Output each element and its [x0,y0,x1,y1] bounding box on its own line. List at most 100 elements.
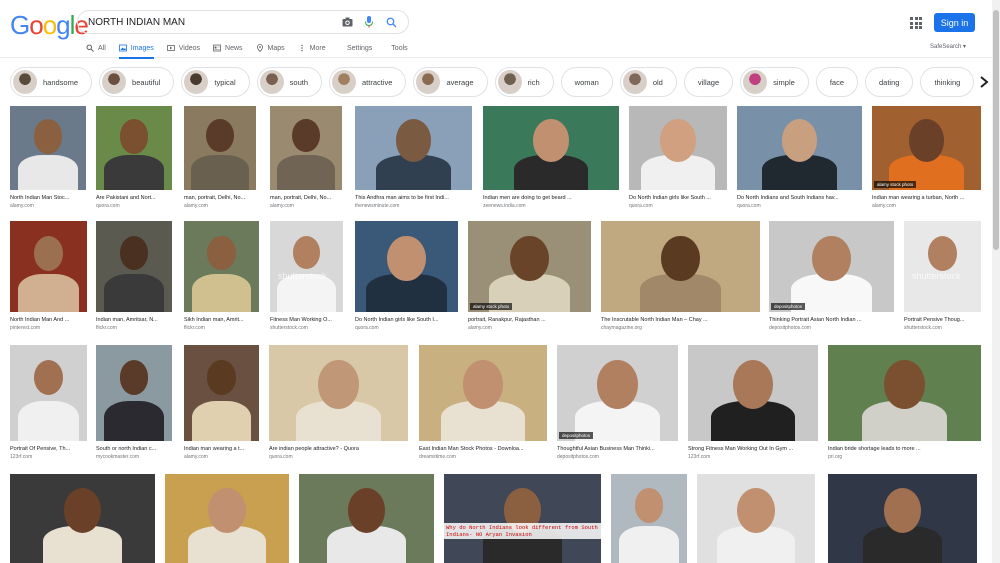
image-result[interactable]: Do North Indians and South Indians hav..… [737,106,862,209]
image-result[interactable] [828,474,977,563]
result-thumbnail[interactable] [611,474,687,563]
image-result[interactable]: This Andhra man aims to be first Indi...… [355,106,472,209]
chip-village[interactable]: village [683,67,734,97]
result-thumbnail[interactable] [10,474,155,563]
result-thumbnail[interactable]: depositphotos [769,221,894,312]
image-result[interactable]: Indian man wearing a t... alamy.com [184,345,259,460]
chip-beautiful[interactable]: beautiful [99,67,175,97]
result-thumbnail[interactable]: shutterstock [904,221,981,312]
result-title[interactable]: Portrait Pensive Thoug... [904,317,981,323]
tab-maps[interactable]: Maps [256,41,285,55]
chip-simple[interactable]: simple [740,67,809,97]
result-title[interactable]: This Andhra man aims to be first Indi... [355,195,472,201]
result-source[interactable]: quora.com [269,454,408,460]
chevron-right-icon[interactable] [974,71,994,93]
result-source[interactable]: quora.com [737,203,862,209]
tab-images[interactable]: Images [118,41,154,59]
image-result[interactable]: Portrait Of Pensive, Th... 123rf.com [10,345,87,460]
image-result[interactable]: Indian bride shortage leads to more ... p… [828,345,981,460]
image-result[interactable]: Indian man, Amritsar, N... flickr.com [96,221,172,331]
result-title[interactable]: portrait, Ranakpur, Rajasthan ... [468,317,591,323]
result-source[interactable]: pinterest.com [10,325,87,331]
result-source[interactable]: dreamstime.com [419,454,547,460]
result-title[interactable]: Indian bride shortage leads to more ... [828,446,981,452]
image-result[interactable] [299,474,434,563]
safesearch-toggle[interactable]: SafeSearch ▾ [930,43,966,50]
chip-south[interactable]: south [256,67,323,97]
result-thumbnail[interactable] [165,474,289,563]
search-box[interactable] [77,10,409,34]
result-title[interactable]: Strong Fitness Man Working Out In Gym ..… [688,446,818,452]
image-result[interactable]: depositphotos Thoughtful Asian Business M… [557,345,678,460]
result-source[interactable]: zeenews.india.com [483,203,619,209]
result-title[interactable]: Indian man, Amritsar, N... [96,317,172,323]
image-result[interactable]: alamy stock photo Indian man wearing a tu… [872,106,981,209]
result-source[interactable]: flickr.com [96,325,172,331]
result-title[interactable]: man, portrait, Delhi, No... [270,195,342,201]
result-thumbnail[interactable] [96,345,172,441]
chip-old[interactable]: old [619,67,677,97]
result-title[interactable]: Sikh Indian man, Amrit... [184,317,259,323]
image-result[interactable] [611,474,687,563]
chip-thinking[interactable]: thinking [920,67,975,97]
result-source[interactable]: mycookmaster.com [96,454,172,460]
image-result[interactable]: North Indian Man And ... pinterest.com [10,221,87,331]
result-thumbnail[interactable] [355,221,458,312]
result-thumbnail[interactable] [184,221,259,312]
result-source[interactable]: shutterstock.com [270,325,343,331]
result-thumbnail[interactable] [828,474,977,563]
chip-face[interactable]: face [815,67,858,97]
result-thumbnail[interactable] [688,345,818,441]
result-source[interactable]: alamy.com [184,454,259,460]
result-source[interactable]: depositphotos.com [769,325,894,331]
image-result[interactable]: man, portrait, Delhi, No... alamy.com [184,106,256,209]
result-thumbnail[interactable]: alamy stock photo [468,221,591,312]
result-thumbnail[interactable]: Why do North Indians look different from… [444,474,601,563]
result-source[interactable]: quora.com [96,203,172,209]
image-result[interactable]: South or north Indian c... mycookmaster.c… [96,345,172,460]
tab-videos[interactable]: Videos [166,41,200,55]
result-thumbnail[interactable] [697,474,815,563]
result-thumbnail[interactable] [96,106,172,190]
scrollbar-thumb[interactable] [993,10,999,250]
chip-dating[interactable]: dating [865,67,914,97]
search-icon[interactable] [384,15,398,29]
result-source[interactable]: alamy.com [872,203,981,209]
image-result[interactable]: shutterstock Portrait Pensive Thoug... shu… [904,221,981,331]
image-result[interactable] [10,474,155,563]
chip-woman[interactable]: woman [560,67,613,97]
result-title[interactable]: Thoughtful Asian Business Man Thinki... [557,446,678,452]
image-result[interactable]: Why do North Indians look different from… [444,474,601,563]
image-result[interactable]: alamy stock photo portrait, Ranakpur, Raj… [468,221,591,331]
result-thumbnail[interactable] [737,106,862,190]
result-title[interactable]: Are Pakistani and Nort... [96,195,172,201]
result-source[interactable]: 123rf.com [10,454,87,460]
tab-news[interactable]: News [213,41,243,55]
image-result[interactable]: man, portrait, Delhi, No... alamy.com [270,106,342,209]
result-thumbnail[interactable] [483,106,619,190]
result-thumbnail[interactable] [184,106,256,190]
result-source[interactable]: pri.org [828,454,981,460]
result-thumbnail[interactable] [601,221,760,312]
image-result[interactable]: depositphotos Thinking Portrait Asian Nor… [769,221,894,331]
apps-icon[interactable] [910,17,922,29]
tab-all[interactable]: All [86,41,106,55]
chip-typical[interactable]: typical [181,67,250,97]
result-source[interactable]: quora.com [629,203,727,209]
result-thumbnail[interactable] [629,106,727,190]
chip-attractive[interactable]: attractive [329,67,407,97]
tab-more[interactable]: More [298,41,326,55]
result-title[interactable]: South or north Indian c... [96,446,172,452]
result-title[interactable]: Indian man wearing a turban, North ... [872,195,981,201]
result-thumbnail[interactable] [419,345,547,441]
result-title[interactable]: Do North Indians and South Indians hav..… [737,195,862,201]
result-thumbnail[interactable] [269,345,408,441]
result-title[interactable]: East Indian Man Stock Photos - Downloa..… [419,446,547,452]
result-thumbnail[interactable]: alamy stock photo [872,106,981,190]
result-source[interactable]: 123rf.com [688,454,818,460]
image-result[interactable]: Are Pakistani and Nort... quora.com [96,106,172,209]
result-thumbnail[interactable] [299,474,434,563]
result-title[interactable]: North Indian Man And ... [10,317,87,323]
image-result[interactable]: Are indian people attractive? - Quora quo… [269,345,408,460]
result-title[interactable]: Indian men are doing to get beard ... [483,195,619,201]
